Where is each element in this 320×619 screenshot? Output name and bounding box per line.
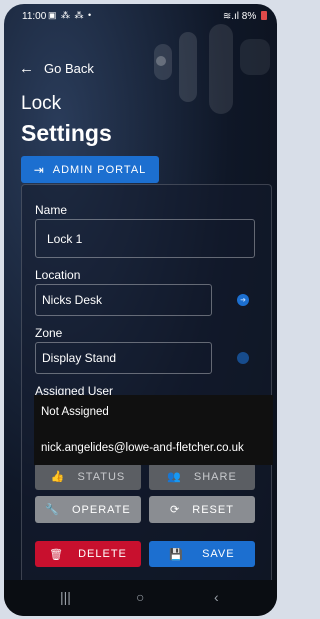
admin-portal-button[interactable]: ⇥ ADMIN PORTAL: [21, 156, 159, 183]
share-label: SHARE: [193, 470, 237, 483]
dropdown-option[interactable]: nick.angelides@lowe-and-fletcher.co.uk: [41, 442, 244, 454]
background-decoration: [156, 56, 166, 66]
refresh-icon: ⟳: [170, 504, 181, 516]
notification-icons: ▣ ⁂ ⁂ •: [48, 10, 93, 20]
location-picker-icon[interactable]: ➜: [237, 294, 249, 306]
recent-apps-icon[interactable]: |||: [60, 589, 71, 605]
background-decoration: [179, 32, 197, 102]
background-decoration: [209, 24, 233, 114]
reset-button[interactable]: ⟳ RESET: [149, 496, 255, 523]
battery-icon: [261, 11, 267, 20]
save-label: SAVE: [202, 548, 235, 560]
android-nav-bar: ||| ○ ‹: [4, 580, 277, 616]
save-icon: 💾: [169, 548, 185, 561]
operate-label: OPERATE: [71, 503, 131, 516]
location-field[interactable]: Nicks Desk: [35, 284, 212, 316]
page-title-line2: Settings: [21, 120, 112, 146]
thumbs-icon: 👍: [50, 471, 66, 483]
status-right: ≋.ıl 8%: [223, 11, 267, 22]
arrow-left-icon: ←: [19, 60, 34, 77]
login-icon: ⇥: [33, 162, 45, 177]
trash-icon: 🗑: [49, 548, 65, 561]
go-back-label: Go Back: [44, 61, 94, 76]
zone-picker-icon[interactable]: [237, 352, 249, 364]
battery-level: 8%: [241, 11, 257, 22]
status-label: STATUS: [77, 470, 126, 483]
status-time: 11:00: [22, 11, 47, 22]
operate-button[interactable]: 🔧 OPERATE: [35, 496, 141, 523]
page-title-line1: Lock: [21, 93, 62, 114]
status-button[interactable]: 👍 STATUS: [35, 463, 141, 490]
share-button[interactable]: 👥 SHARE: [149, 463, 255, 490]
go-back-button[interactable]: ← Go Back: [19, 60, 94, 77]
name-label: Name: [35, 203, 68, 217]
zone-field[interactable]: Display Stand: [35, 342, 212, 374]
home-icon[interactable]: ○: [136, 589, 144, 605]
background-decoration: [240, 39, 270, 75]
delete-label: DELETE: [78, 548, 127, 560]
signal-icon: ≋.ıl: [222, 11, 239, 22]
status-bar: 11:00 ▣ ⁂ ⁂ • ≋.ıl 8%: [4, 4, 277, 28]
name-field[interactable]: Lock 1: [35, 219, 255, 258]
location-label: Location: [35, 268, 81, 282]
dropdown-option[interactable]: Not Assigned: [41, 406, 109, 418]
people-icon: 👥: [167, 471, 182, 483]
wrench-icon: 🔧: [45, 504, 60, 516]
phone-screen: 11:00 ▣ ⁂ ⁂ • ≋.ıl 8% ← Go Back Lock Set…: [4, 4, 277, 616]
save-button[interactable]: 💾 SAVE: [149, 541, 255, 567]
delete-button[interactable]: 🗑 DELETE: [35, 541, 141, 567]
reset-label: RESET: [192, 503, 234, 516]
assigned-user-dropdown: Not Assigned nick.angelides@lowe-and-fle…: [34, 395, 273, 465]
admin-portal-label: ADMIN PORTAL: [52, 163, 147, 176]
back-nav-icon[interactable]: ‹: [214, 589, 219, 605]
zone-label: Zone: [35, 326, 63, 340]
